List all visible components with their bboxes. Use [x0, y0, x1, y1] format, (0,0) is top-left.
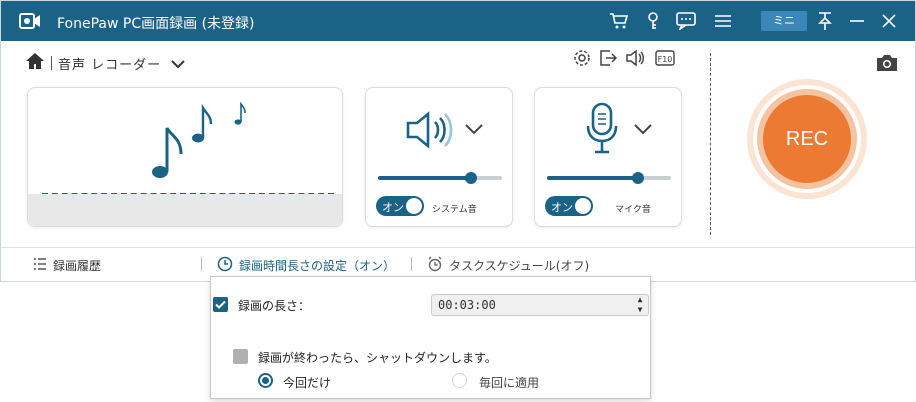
list-icon — [33, 257, 47, 273]
card-footer — [28, 194, 342, 226]
toggle-label: オン — [382, 201, 404, 214]
duration-settings-popup: 録画の長さ： 00:03:00 ▲ ▼ 録画が終わったら、シャットダウンします。… — [210, 276, 651, 399]
speaker-icon — [406, 110, 456, 154]
slider-fill — [547, 176, 638, 180]
mode-selector[interactable]: 音声 レコーダー — [25, 53, 185, 73]
pin-icon[interactable] — [815, 11, 835, 31]
toggle-label: オン — [551, 201, 573, 214]
task-schedule-label: タスクスケジュール(オフ) — [449, 258, 590, 273]
system-sound-label: システム音 — [432, 205, 477, 215]
mic-chevron-down-icon[interactable] — [633, 120, 653, 139]
recording-history-button[interactable]: 録画履歴 — [33, 256, 101, 274]
camera-icon[interactable] — [875, 53, 899, 77]
slider-fill — [378, 176, 471, 180]
vertical-divider — [710, 53, 711, 235]
mic-sound-label: マイク音 — [615, 205, 651, 215]
alarm-clock-icon — [427, 256, 443, 275]
tool-icons: F10 — [573, 49, 675, 71]
system-sound-card: オン システム音 — [365, 87, 513, 227]
length-checkbox[interactable] — [213, 297, 228, 312]
shutdown-label: 録画が終わったら、シャットダウンします。 — [258, 351, 497, 365]
task-schedule-button[interactable]: タスクスケジュール(オフ) — [427, 256, 589, 274]
speaker-chevron-down-icon[interactable] — [464, 120, 484, 139]
minimize-icon[interactable] — [847, 11, 867, 31]
chevron-down-icon[interactable] — [171, 54, 185, 73]
menu-icon[interactable] — [713, 11, 733, 31]
mic-volume-slider[interactable] — [547, 172, 671, 184]
recording-duration-label: 録画時間長さの設定（オン） — [239, 258, 396, 273]
radio-once[interactable] — [258, 373, 273, 388]
cart-icon[interactable] — [609, 11, 629, 31]
mic-toggle[interactable]: オン — [545, 196, 593, 216]
divider — [411, 257, 412, 271]
settings-gear-icon[interactable] — [573, 49, 591, 71]
radio-every-label: 毎回に適用 — [479, 376, 540, 390]
system-sound-toggle[interactable]: オン — [376, 196, 424, 216]
shutdown-checkbox[interactable] — [233, 349, 248, 364]
audio-visual-card — [27, 87, 343, 227]
app-logo-icon — [19, 12, 41, 30]
close-icon[interactable] — [879, 11, 899, 31]
speaker-small-icon[interactable] — [625, 49, 645, 71]
title-bar: FonePaw PC画面録画 (未登録) ミニ — [1, 1, 915, 41]
music-notes-icon — [146, 101, 246, 188]
mini-mode-button[interactable]: ミニ — [761, 11, 807, 31]
svg-text:F10: F10 — [658, 55, 673, 64]
export-icon[interactable] — [599, 49, 618, 71]
home-icon[interactable] — [25, 52, 45, 74]
microphone-icon — [585, 102, 619, 158]
microphone-card: オン マイク音 — [534, 87, 682, 227]
recording-duration-button[interactable]: 録画時間長さの設定（オン） — [217, 256, 395, 274]
window-title: FonePaw PC画面録画 (未登録) — [57, 16, 255, 32]
toggle-knob — [575, 198, 591, 214]
system-volume-slider[interactable] — [378, 172, 502, 184]
key-icon[interactable] — [643, 11, 663, 31]
slider-knob[interactable] — [632, 172, 644, 184]
slider-knob[interactable] — [465, 172, 477, 184]
length-time-input[interactable]: 00:03:00 ▲ ▼ — [431, 294, 649, 316]
spin-down-icon[interactable]: ▼ — [634, 305, 646, 315]
spin-up-icon[interactable]: ▲ — [634, 295, 646, 305]
rec-button-halo: REC — [747, 79, 867, 199]
radio-once-label: 今回だけ — [283, 376, 332, 390]
rec-button[interactable]: REC — [763, 95, 851, 183]
radio-every-time[interactable] — [452, 373, 467, 388]
divider — [51, 56, 52, 70]
recording-history-label: 録画履歴 — [53, 258, 102, 273]
app-window: FonePaw PC画面録画 (未登録) ミニ 音声 レコーダー F10 オン … — [0, 0, 916, 282]
length-label: 録画の長さ： — [238, 299, 311, 313]
toggle-knob — [406, 198, 422, 214]
divider — [201, 257, 202, 271]
mode-label: 音声 レコーダー — [58, 57, 162, 73]
clock-icon — [217, 256, 233, 275]
length-value: 00:03:00 — [438, 298, 496, 312]
f10-shortcut-icon[interactable]: F10 — [655, 49, 675, 71]
feedback-icon[interactable] — [676, 11, 696, 31]
